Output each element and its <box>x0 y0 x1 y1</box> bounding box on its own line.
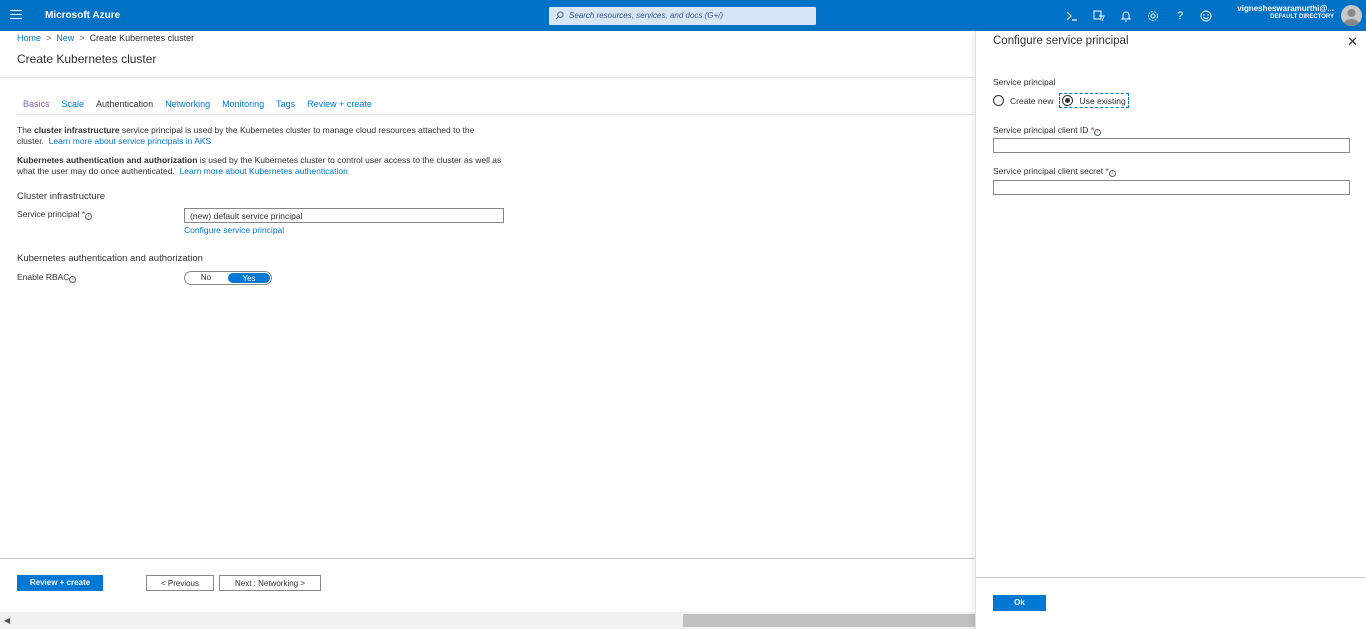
info-icon[interactable]: i <box>1094 129 1102 136</box>
client-id-input[interactable] <box>993 138 1350 153</box>
radio-use-existing-label: Use existing <box>1079 95 1126 106</box>
page-title: Create Kubernetes cluster <box>17 52 157 66</box>
rbac-label: Enable RBAC i <box>17 272 77 283</box>
tab-monitoring[interactable]: Monitoring <box>216 97 270 115</box>
account-info[interactable]: vigneshe​swaramurthi@... DEFAULT DIRECTO… <box>1237 4 1334 20</box>
service-principal-field[interactable]: (new) default service principal <box>184 208 504 223</box>
settings-icon[interactable] <box>1145 8 1161 24</box>
info-icon[interactable]: i <box>69 276 77 283</box>
wizard-tabs: Basics Scale Authentication Networking M… <box>17 97 378 115</box>
search-icon <box>555 11 564 20</box>
service-principal-radio-group: Create new Use existing <box>993 93 1135 108</box>
learn-more-kubernetes-auth-link[interactable]: Learn more about Kubernetes authenticati… <box>180 166 348 176</box>
configure-service-principal-panel: Configure service principal ✕ Service pr… <box>975 31 1366 629</box>
infrastructure-description: The cluster infrastructure service princ… <box>17 125 507 147</box>
auth-description: Kubernetes authentication and authorizat… <box>17 155 507 177</box>
para1-bold: cluster infrastructure <box>34 125 120 135</box>
directory-filter-icon[interactable] <box>1091 8 1107 24</box>
client-secret-label: Service principal client secret * i <box>993 166 1116 177</box>
panel-title: Configure service principal <box>993 35 1129 47</box>
notifications-icon[interactable] <box>1118 8 1134 24</box>
section-cluster-infrastructure: Cluster infrastructure <box>17 191 106 202</box>
next-networking-button[interactable]: Next : Networking > <box>219 575 321 591</box>
horizontal-scrollbar[interactable]: ◀ <box>0 612 975 629</box>
service-principal-label: Service principal * i <box>17 209 93 220</box>
tabs-divider <box>17 114 975 115</box>
radio-create-new[interactable]: Create new <box>993 95 1053 106</box>
scroll-left-arrow-icon[interactable]: ◀ <box>4 616 10 625</box>
learn-more-service-principals-link[interactable]: Learn more about service principals in A… <box>49 136 212 146</box>
info-icon[interactable]: i <box>1108 170 1116 177</box>
hamburger-menu-icon[interactable] <box>10 10 22 20</box>
header-divider <box>0 77 975 78</box>
radio-button[interactable] <box>993 95 1004 106</box>
client-id-label-text: Service principal client ID <box>993 125 1089 135</box>
footer-divider <box>0 558 975 559</box>
client-secret-input[interactable] <box>993 180 1350 195</box>
feedback-icon[interactable] <box>1198 8 1214 24</box>
tab-networking[interactable]: Networking <box>159 97 216 115</box>
breadcrumb-home-link[interactable]: Home <box>17 33 41 43</box>
help-icon[interactable]: ? <box>1172 8 1188 24</box>
client-secret-label-text: Service principal client secret <box>993 166 1104 176</box>
avatar[interactable] <box>1341 5 1362 26</box>
breadcrumb: Home > New > Create Kubernetes cluster <box>17 33 194 43</box>
rbac-yes-option[interactable]: Yes <box>228 273 270 283</box>
breadcrumb-current: Create Kubernetes cluster <box>89 33 195 43</box>
radio-create-new-label: Create new <box>1010 95 1054 106</box>
breadcrumb-separator: > <box>79 33 85 43</box>
top-bar: Microsoft Azure Search resources, servic… <box>0 0 1366 31</box>
close-icon[interactable]: ✕ <box>1347 34 1358 50</box>
para2-bold: Kubernetes authentication and authorizat… <box>17 155 198 165</box>
breadcrumb-new-link[interactable]: New <box>56 33 74 43</box>
breadcrumb-separator: > <box>46 33 52 43</box>
rbac-label-text: Enable RBAC <box>17 272 70 282</box>
service-principal-label-text: Service principal <box>17 209 80 219</box>
rbac-toggle[interactable]: No Yes <box>184 271 272 285</box>
scrollbar-thumb[interactable] <box>683 614 975 627</box>
tab-review-create[interactable]: Review + create <box>301 97 378 115</box>
section-kubernetes-auth: Kubernetes authentication and authorizat… <box>17 253 203 264</box>
tab-tags[interactable]: Tags <box>270 97 301 115</box>
brand-name[interactable]: Microsoft Azure <box>45 10 120 21</box>
tab-scale[interactable]: Scale <box>56 97 91 115</box>
configure-service-principal-link[interactable]: Configure service principal <box>184 225 284 235</box>
user-name: vigneshe​swaramurthi@... <box>1237 4 1334 13</box>
radio-button-checked[interactable] <box>1062 95 1074 106</box>
panel-footer-divider <box>976 577 1366 578</box>
rbac-no-option[interactable]: No <box>185 272 227 284</box>
tab-basics[interactable]: Basics <box>17 97 56 115</box>
review-create-button[interactable]: Review + create <box>17 575 103 591</box>
ok-button[interactable]: Ok <box>993 595 1046 611</box>
cloud-shell-icon[interactable] <box>1064 8 1080 24</box>
global-search-input[interactable]: Search resources, services, and docs (G+… <box>549 7 816 25</box>
info-icon[interactable]: i <box>85 213 93 220</box>
client-id-label: Service principal client ID * i <box>993 125 1102 136</box>
panel-service-principal-label: Service principal <box>993 77 1056 87</box>
tab-authentication[interactable]: Authentication <box>90 97 160 115</box>
user-directory: DEFAULT DIRECTORY <box>1270 14 1334 20</box>
previous-button[interactable]: < Previous <box>146 575 214 591</box>
para1-prefix: The <box>17 125 35 135</box>
radio-use-existing[interactable]: Use existing <box>1059 93 1129 108</box>
search-placeholder: Search resources, services, and docs (G+… <box>569 11 724 20</box>
